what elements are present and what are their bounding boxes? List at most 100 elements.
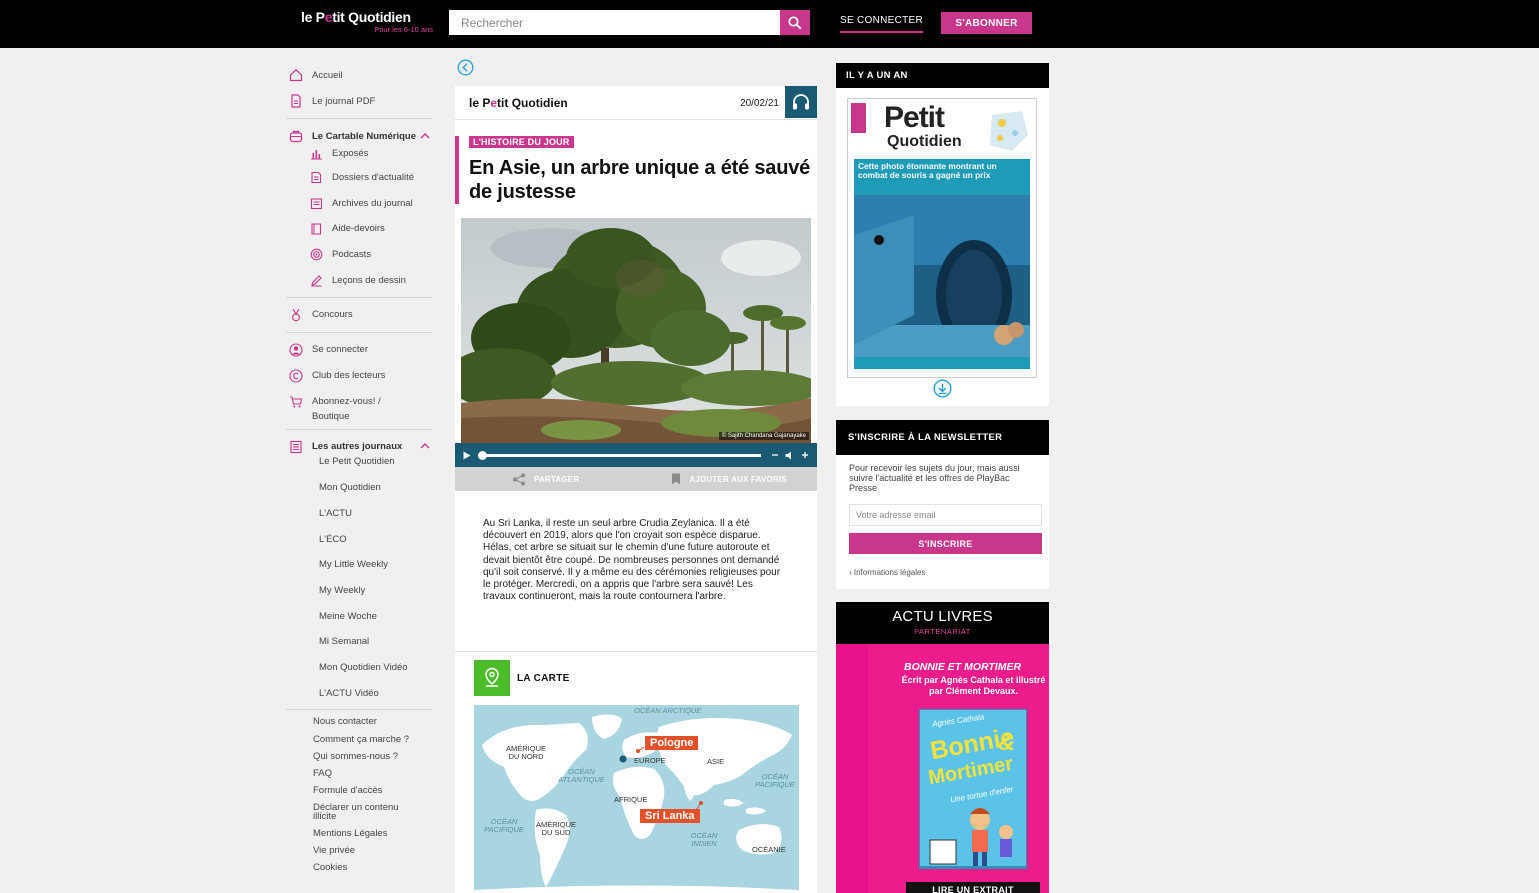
sidebar-item-label: Archives du journal <box>332 197 413 209</box>
search-input[interactable] <box>449 10 780 35</box>
copyright-icon <box>286 368 306 384</box>
legal-info-link[interactable]: › Informations légales <box>849 568 925 577</box>
cover-title-b: Quotidien <box>887 133 962 150</box>
footer-link[interactable]: Cookies <box>286 859 432 876</box>
play-icon[interactable] <box>463 451 471 460</box>
progress-knob[interactable] <box>478 450 487 460</box>
footer-link[interactable]: Formule d'accès <box>286 782 432 799</box>
journal-link[interactable]: My Little Weekly <box>286 552 432 578</box>
sidebar-item-exposes[interactable]: Exposés <box>286 145 432 161</box>
site-logo[interactable]: le Petit Quotidien Pour les 6-10 ans <box>301 9 433 34</box>
sidebar-item-label: Dossiers d'actualité <box>332 172 415 184</box>
sidebar-item-home[interactable]: Accueil <box>286 62 432 88</box>
map-pin-icon <box>474 660 510 696</box>
divider <box>286 118 432 119</box>
cover-title-a: Petit <box>884 101 945 134</box>
footer-link[interactable]: Vie privée <box>286 842 432 859</box>
map-label-pacific-west: OCÉAN PACIFIQUE <box>484 817 524 834</box>
journal-link[interactable]: Meine Woche <box>286 603 432 629</box>
home-icon <box>286 67 306 83</box>
article-title: En Asie, un arbre unique a été sauvé de … <box>469 157 811 203</box>
sidebar-item-label: Concours <box>312 309 353 321</box>
divider <box>286 296 432 298</box>
headphones-icon <box>793 94 809 110</box>
article-card: le Petit Quotidien 20/02/21 L'HISTOIRE D… <box>455 86 817 893</box>
sidebar-item-homework[interactable]: Aide-devoirs <box>286 216 432 242</box>
journal-link[interactable]: L'ACTU Vidéo <box>286 680 432 706</box>
volume-icon[interactable] <box>785 451 795 460</box>
article-date: 20/02/21 <box>740 98 779 109</box>
favorite-button[interactable]: AJOUTER AUX FAVORIS <box>671 473 787 485</box>
sidebar-item-podcasts[interactable]: Podcasts <box>286 242 432 268</box>
newsletter-widget: S'INSCRIRE À LA NEWSLETTER Pour recevoir… <box>836 420 1049 589</box>
audio-progress[interactable] <box>478 450 761 460</box>
footer-link[interactable]: FAQ <box>286 765 432 782</box>
share-bar: PARTAGER AJOUTER AUX FAVORIS <box>455 467 817 491</box>
journal-link[interactable]: Le Petit Quotidien <box>286 454 432 470</box>
sidebar-item-dossiers[interactable]: Dossiers d'actualité <box>286 165 432 191</box>
sidebar-item-pdf[interactable]: Le journal PDF <box>286 88 432 114</box>
top-bar: le Petit Quotidien Pour les 6-10 ans SE … <box>0 0 1539 48</box>
book-cover: Agnès Cathala Bonnie & Mortimer Une tort… <box>919 709 1027 869</box>
cover-author: Agnès Cathala <box>931 712 985 729</box>
journal-link[interactable]: Mon Quotidien Vidéo <box>286 655 432 681</box>
map-label-south-america: AMÉRIQUE DU SUD <box>535 820 576 837</box>
sidebar-item-archives[interactable]: Archives du journal <box>286 191 432 217</box>
plus-icon[interactable] <box>801 451 809 459</box>
cover-footer <box>854 357 1030 369</box>
book-title: BONNIE ET MORTIMER <box>904 661 1022 673</box>
sidebar-item-drawing[interactable]: Leçons de dessin <box>286 267 432 293</box>
sidebar-item-contest[interactable]: Concours <box>286 302 432 328</box>
schoolbag-icon <box>286 128 306 144</box>
minus-icon[interactable] <box>771 451 779 459</box>
subscribe-button[interactable]: S'ABONNER <box>941 12 1032 34</box>
map-label: LA CARTE <box>517 672 570 684</box>
share-icon <box>513 473 525 485</box>
sidebar-item-label: Se connecter <box>312 344 368 356</box>
divider <box>286 331 432 333</box>
promo-panel-edge <box>836 644 868 893</box>
sidebar-item-login[interactable]: Se connecter <box>286 337 432 363</box>
article-body: Au Sri Lanka, il reste un seul arbre Cru… <box>483 518 781 603</box>
footer-link[interactable]: Mentions Légales <box>286 825 432 842</box>
journal-link[interactable]: Mi Semanal <box>286 629 432 655</box>
widget-title: S'INSCRIRE À LA NEWSLETTER <box>836 420 1049 455</box>
newsletter-subscribe-button[interactable]: S'INSCRIRE <box>849 533 1042 554</box>
journal-link[interactable]: My Weekly <box>286 578 432 604</box>
sidebar-item-shop[interactable]: Abonnez-vous! / Boutique <box>286 389 432 425</box>
map-section-header: LA CARTE <box>474 660 570 696</box>
share-label: PARTAGER <box>534 474 580 484</box>
sidebar-group-label: Les autres journaux <box>312 441 403 453</box>
folder-icon <box>306 171 326 185</box>
chevron-left-circle-icon <box>457 59 474 76</box>
email-field[interactable] <box>849 504 1042 526</box>
share-button[interactable]: PARTAGER <box>512 473 579 486</box>
cover-illustration <box>920 808 1026 868</box>
article-header: le Petit Quotidien 20/02/21 <box>455 86 817 120</box>
read-extract-button[interactable]: LIRE UN EXTRAIT <box>906 882 1040 893</box>
back-button[interactable] <box>457 59 474 76</box>
search-button[interactable] <box>780 10 810 35</box>
sidebar-item-club[interactable]: Club des lecteurs <box>286 363 432 389</box>
footer-link[interactable]: Qui sommes-nous ? <box>286 748 432 765</box>
widget-title: IL Y A UN AN <box>836 63 1049 88</box>
download-button[interactable] <box>933 379 952 398</box>
footer-link[interactable]: Comment ça marche ? <box>286 730 432 747</box>
sidebar-item-label: Podcasts <box>332 249 372 261</box>
sidebar-item-label: Accueil <box>312 69 343 81</box>
journal-link[interactable]: L'ACTU <box>286 501 432 527</box>
journal-link[interactable]: L'ÉCO <box>286 526 432 552</box>
search-icon <box>788 15 802 30</box>
favorite-label: AJOUTER AUX FAVORIS <box>689 474 787 484</box>
archive-cover[interactable]: Petit Quotidien Cette photo étonnante mo… <box>847 98 1037 378</box>
footer-link[interactable]: Nous contacter <box>286 713 432 730</box>
login-link[interactable]: SE CONNECTER <box>840 15 924 33</box>
listen-button[interactable] <box>785 86 817 118</box>
search-bar <box>449 10 810 35</box>
journal-link[interactable]: Mon Quotidien <box>286 475 432 501</box>
footer-link[interactable]: Déclarer un contenu illicite <box>286 800 408 825</box>
book-promo[interactable]: BONNIE ET MORTIMER Écrit par Agnès Catha… <box>836 644 1049 893</box>
article-photo: © Sajith Chandana Gajanayake <box>461 218 811 443</box>
map-label-europe: EUROPE <box>634 756 666 765</box>
books-header: ACTU LIVRES PARTENARIAT <box>836 602 1049 644</box>
